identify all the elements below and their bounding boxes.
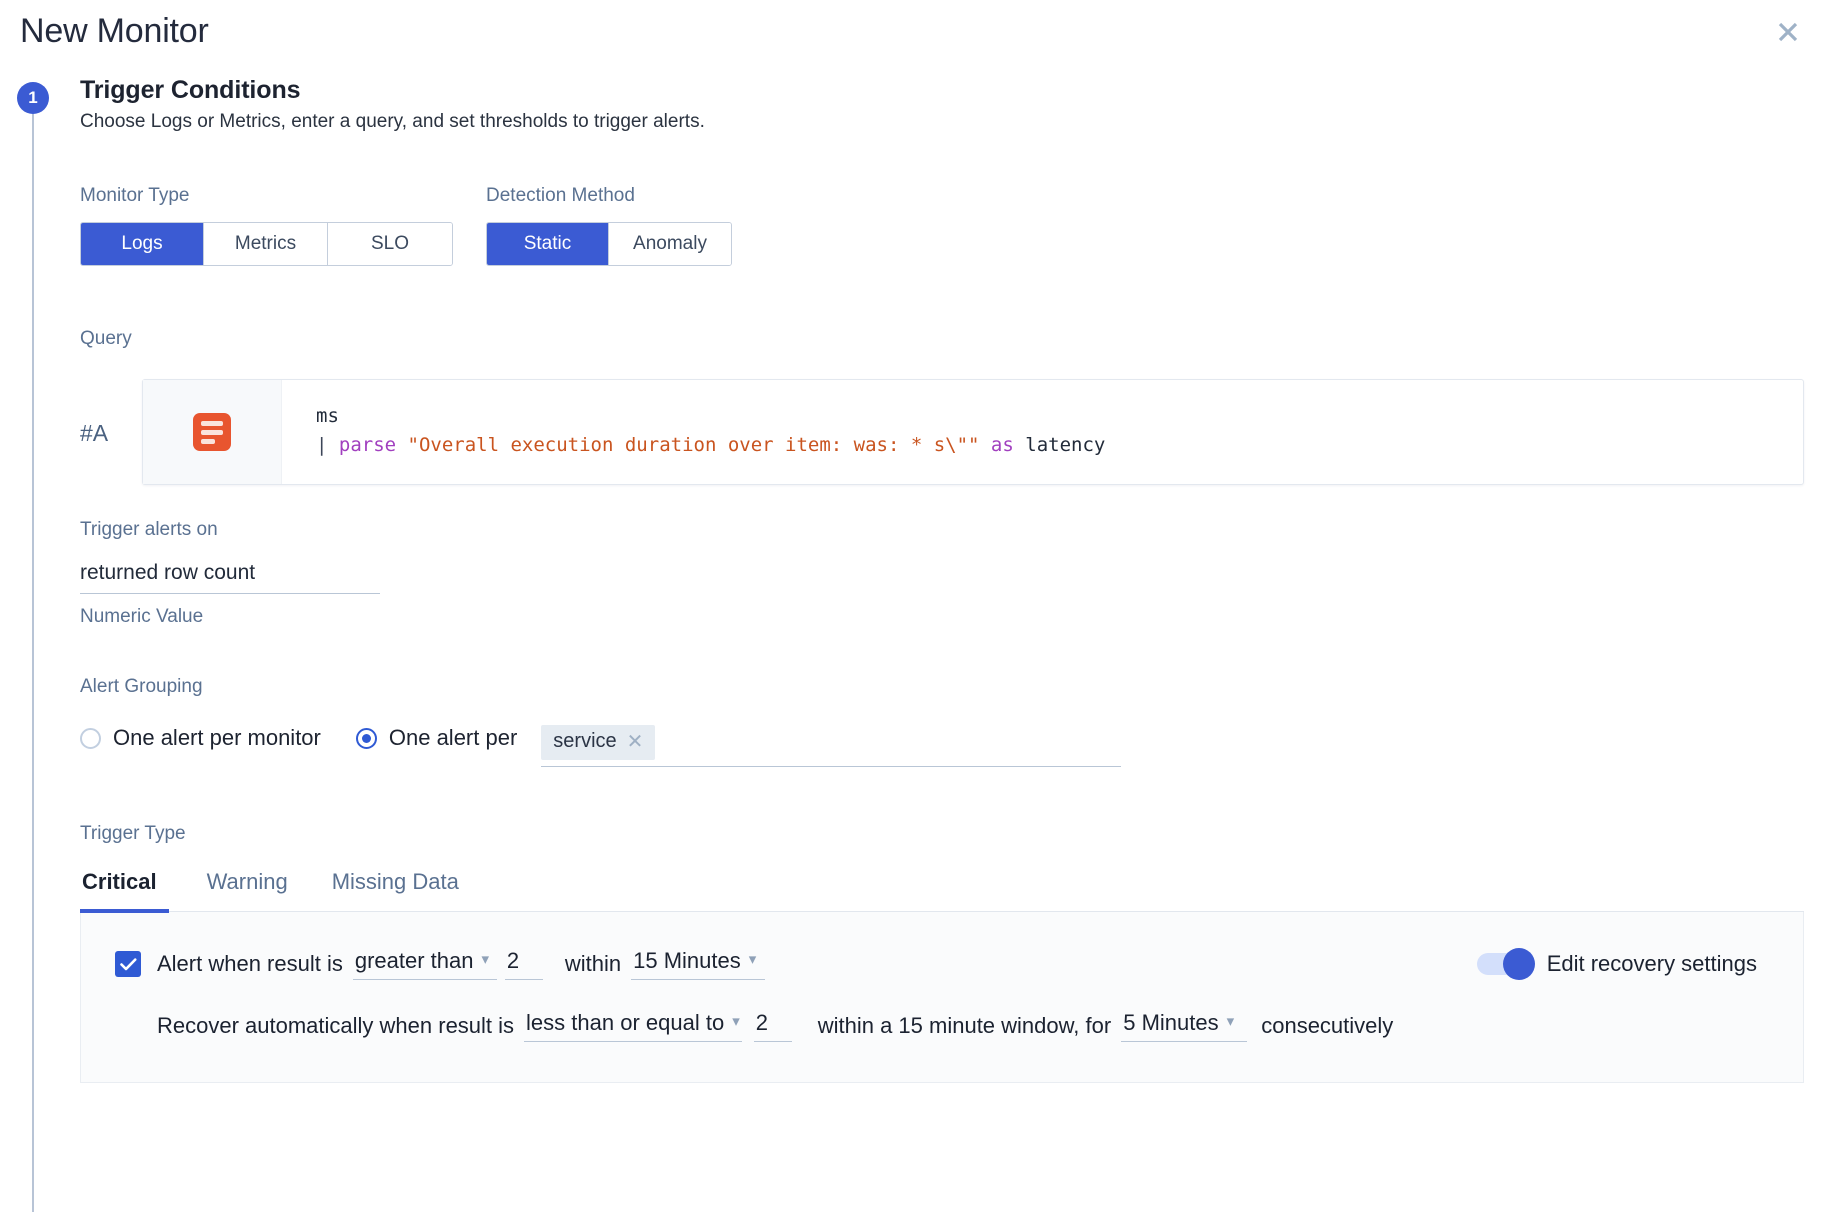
query-pattern-string: "Overall execution duration over item: w… (408, 434, 991, 456)
modal-header: New Monitor (0, 0, 1828, 76)
recovery-comparator-select[interactable]: less than or equal to ▾ (524, 1010, 742, 1042)
edit-recovery-settings-label: Edit recovery settings (1547, 951, 1757, 977)
step-content: Trigger Conditions Choose Logs or Metric… (80, 76, 1828, 1083)
logs-icon (193, 413, 231, 451)
recovery-threshold-input[interactable] (754, 1010, 792, 1042)
query-as-keyword: as (991, 434, 1025, 456)
radio-one-alert-per[interactable] (356, 728, 377, 749)
recovery-prefix: Recover automatically when result is (157, 1013, 514, 1039)
trigger-conditions-panel: Alert when result is greater than ▾ with… (80, 912, 1804, 1083)
radio-one-alert-per-monitor[interactable] (80, 728, 101, 749)
chevron-down-icon: ▾ (749, 952, 757, 967)
toggle-knob (1503, 948, 1535, 980)
alert-grouping-label: Alert Grouping (80, 676, 1828, 698)
comparator-value: greater than (355, 948, 474, 974)
query-source-cell[interactable] (143, 380, 282, 484)
monitor-type-segmented-control: Logs Metrics SLO (80, 222, 453, 266)
trigger-alerts-on-input[interactable] (80, 559, 380, 594)
detection-method-option-anomaly[interactable]: Anomaly (609, 223, 731, 265)
section-title: Trigger Conditions (80, 76, 1828, 105)
recovery-suffix: consecutively (1261, 1013, 1393, 1039)
alert-grouping-monitor-label: One alert per monitor (113, 725, 321, 751)
close-button[interactable] (1770, 14, 1806, 50)
alert-enabled-checkbox[interactable] (115, 951, 141, 977)
recovery-condition-row: Recover automatically when result is les… (157, 1010, 1769, 1042)
recovery-comparator-value: less than or equal to (526, 1010, 724, 1036)
trigger-alerts-on-group: Trigger alerts on Numeric Value (80, 519, 1828, 628)
within-label: within (565, 951, 621, 977)
tag-remove-icon[interactable]: ✕ (627, 732, 644, 752)
query-label: Query (80, 328, 1828, 350)
alert-grouping-tag-field[interactable]: service ✕ (541, 725, 1121, 767)
evaluation-window-select[interactable]: 15 Minutes ▾ (631, 948, 765, 980)
chevron-down-icon: ▾ (482, 952, 490, 967)
threshold-input[interactable] (505, 948, 543, 980)
alert-grouping-option-per[interactable]: One alert per (356, 725, 517, 751)
monitor-type-option-slo[interactable]: SLO (328, 223, 452, 265)
edit-recovery-settings-toggle-group[interactable]: Edit recovery settings (1477, 951, 1757, 977)
chevron-down-icon: ▾ (732, 1014, 740, 1029)
query-pipe-token: | (316, 434, 339, 456)
step-rail (32, 114, 34, 1212)
tag-service[interactable]: service ✕ (541, 725, 655, 760)
query-group: Query #A ms | parse "Overall execution d… (80, 328, 1828, 485)
recovery-duration-select[interactable]: 5 Minutes ▾ (1121, 1010, 1247, 1042)
alert-grouping-option-monitor[interactable]: One alert per monitor (80, 725, 321, 751)
chevron-down-icon: ▾ (1227, 1014, 1235, 1029)
close-icon (1775, 19, 1801, 45)
comparator-select[interactable]: greater than ▾ (353, 948, 497, 980)
trigger-type-label: Trigger Type (80, 823, 1804, 845)
step-section: 1 Trigger Conditions Choose Logs or Metr… (0, 76, 1828, 1212)
detection-method-label: Detection Method (486, 185, 732, 207)
monitor-type-label: Monitor Type (80, 185, 453, 207)
query-editor[interactable]: ms | parse "Overall execution duration o… (142, 379, 1804, 485)
tag-service-label: service (553, 730, 616, 753)
query-code[interactable]: ms | parse "Overall execution duration o… (282, 380, 1803, 484)
alert-condition-row: Alert when result is greater than ▾ with… (115, 948, 1769, 980)
alert-grouping-per-label: One alert per (389, 725, 517, 751)
alert-condition-prefix: Alert when result is (157, 951, 343, 977)
query-handle: #A (80, 379, 142, 485)
tab-warning[interactable]: Warning (185, 863, 310, 911)
tab-missing-data[interactable]: Missing Data (310, 863, 481, 911)
check-icon (120, 958, 137, 971)
alert-grouping-group: Alert Grouping One alert per monitor One… (80, 676, 1828, 767)
query-parse-keyword: parse (339, 434, 408, 456)
query-line-1: ms (316, 405, 339, 427)
trigger-alerts-on-label: Trigger alerts on (80, 519, 1828, 541)
trigger-alerts-on-helper: Numeric Value (80, 606, 1828, 628)
detection-method-option-static[interactable]: Static (487, 223, 609, 265)
step-number-badge: 1 (17, 82, 49, 114)
recovery-middle-text: within a 15 minute window, for (818, 1013, 1112, 1039)
monitor-type-group: Monitor Type Logs Metrics SLO (80, 185, 453, 266)
section-subtitle: Choose Logs or Metrics, enter a query, a… (80, 111, 1828, 133)
detection-method-group: Detection Method Static Anomaly (486, 185, 732, 266)
page-title: New Monitor (20, 12, 209, 51)
trigger-type-tabs: Critical Warning Missing Data (80, 863, 1804, 912)
tab-critical[interactable]: Critical (80, 863, 185, 911)
monitor-type-option-metrics[interactable]: Metrics (204, 223, 328, 265)
detection-method-segmented-control: Static Anomaly (486, 222, 732, 266)
edit-recovery-settings-toggle[interactable] (1477, 953, 1533, 975)
trigger-type-group: Trigger Type Critical Warning Missing Da… (80, 823, 1828, 1083)
recovery-duration-value: 5 Minutes (1123, 1010, 1218, 1036)
monitor-type-option-logs[interactable]: Logs (81, 223, 204, 265)
evaluation-window-value: 15 Minutes (633, 948, 741, 974)
query-alias: latency (1025, 434, 1105, 456)
